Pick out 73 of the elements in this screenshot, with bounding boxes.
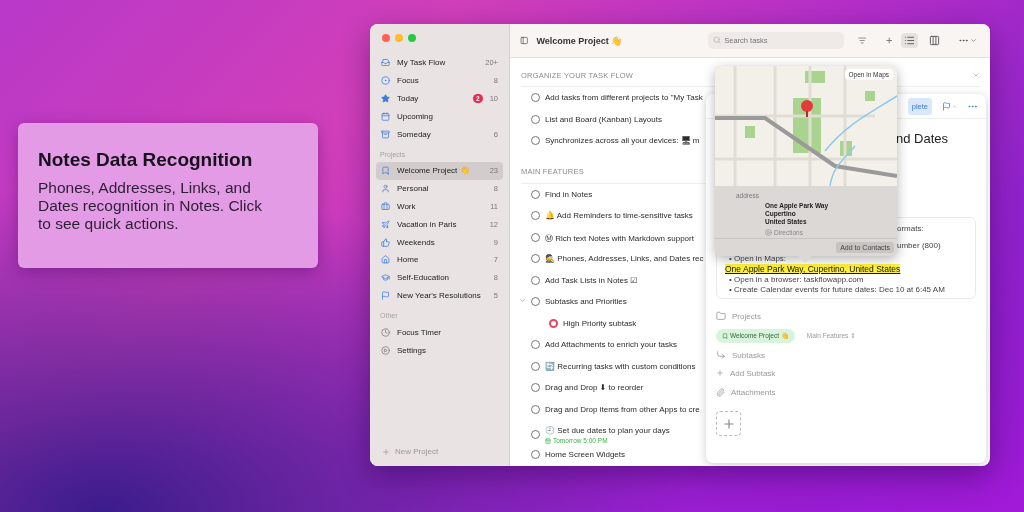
note-line: ormats:: [897, 224, 924, 233]
person-icon: [381, 184, 390, 194]
archive-icon: [381, 129, 390, 139]
task-title: 🔔 Add Reminders to time-sensitive tasks: [545, 211, 693, 220]
inbox-icon: [381, 58, 390, 68]
chevron-down-icon[interactable]: [972, 71, 980, 79]
add-icon: [716, 369, 724, 377]
task-title: Drag and Drop items from other Apps to cre: [545, 404, 700, 414]
task-title: Add tasks from different projects to "My Task: [545, 93, 703, 102]
plus-icon: [382, 447, 390, 456]
chevron-up-icon: [952, 103, 957, 109]
task-title: High Priority subtask: [563, 318, 637, 328]
task-checkbox[interactable]: [549, 318, 558, 328]
columns-icon: [929, 35, 940, 46]
list-icon: [904, 35, 915, 46]
zoom-button[interactable]: [408, 34, 416, 42]
star-icon: [381, 94, 390, 103]
task-title: 🕵 Phones, Addresses, Links, and Dates rec: [545, 254, 704, 263]
folder-icon: [716, 311, 726, 321]
plane-icon: [381, 219, 390, 229]
add-attachment-button[interactable]: [716, 411, 741, 436]
add-icon[interactable]: [884, 35, 893, 46]
house-icon: [381, 255, 390, 265]
note-line: umber (800): [897, 241, 941, 250]
note-line: • Create Calendar events for future dates: Dec 10 at 6:45 AM: [729, 285, 945, 294]
clock-icon: [381, 327, 390, 337]
note-line: • Open in Maps:: [729, 254, 787, 263]
play-circle-icon: [381, 345, 390, 355]
briefcase-icon: [381, 201, 390, 211]
task-title: Ⓜ Rich text Notes with Markdown support: [545, 232, 694, 244]
subtask-arrow-icon: [716, 350, 726, 360]
search-icon: [713, 36, 722, 44]
graduation-cap-icon: [381, 273, 390, 283]
promo-title: Notes Data Recognition: [38, 149, 254, 171]
sidebar-item[interactable]: Upcoming: [376, 107, 503, 126]
field-label: Attachments: [731, 387, 776, 397]
task-title: 🕘 Set due dates to plan your days: [545, 426, 670, 435]
chevron-down-icon: [970, 37, 977, 44]
address-link[interactable]: One Apple Park Way, Cupertino, United States: [725, 264, 901, 274]
sidebar-toggle-icon[interactable]: [520, 35, 529, 46]
list-view-button[interactable]: [901, 33, 918, 48]
sidebar-item[interactable]: Settings: [376, 341, 503, 359]
bookmark-icon: [381, 166, 390, 176]
paperclip-icon: [716, 387, 725, 397]
task-title: Subtasks and Priorities: [545, 297, 627, 306]
thumbs-up-icon: [381, 237, 390, 247]
field-label: Subtasks: [732, 350, 765, 360]
close-button[interactable]: [382, 34, 390, 42]
promo-text: Phones, Addresses, Links, and Dates recognition in Notes. Click to see quick actions.: [38, 179, 263, 233]
flag-button[interactable]: [942, 101, 957, 111]
bookmark-icon: [722, 333, 728, 339]
task-title: Home Screen Widgets: [545, 450, 626, 459]
field-label: Projects: [732, 311, 761, 321]
play-circle-icon: [765, 229, 772, 236]
target-icon: [381, 76, 390, 86]
flag-icon: [381, 290, 390, 300]
task-title: Add Attachments to enrich your tasks: [545, 340, 678, 349]
task-title: List and Board (Kanban) Layouts: [545, 114, 662, 124]
filter-icon[interactable]: [858, 35, 867, 46]
task-title: 🔄 Recurring tasks with custom conditions: [545, 361, 696, 371]
task-title: Add Task Lists in Notes ☑: [545, 275, 638, 285]
calendar-icon: [545, 437, 551, 444]
task-title: Find in Notes: [545, 189, 593, 199]
calendar-icon: [381, 111, 390, 121]
project-title: Welcome Project 👋: [536, 35, 623, 46]
task-title: Synchronizes across all your devices: 🖥 m: [545, 136, 700, 145]
plus-icon: [721, 416, 736, 431]
task-detail-title: nd Dates: [896, 131, 949, 146]
flag-icon: [942, 101, 951, 111]
note-line: • Open in a browser: taskflowapp.com: [729, 275, 864, 284]
chevron-down-icon[interactable]: [519, 297, 526, 304]
task-title: Drag and Drop ⬇ to reorder: [545, 383, 644, 392]
sidebar-item[interactable]: Focus Timer: [376, 323, 503, 342]
